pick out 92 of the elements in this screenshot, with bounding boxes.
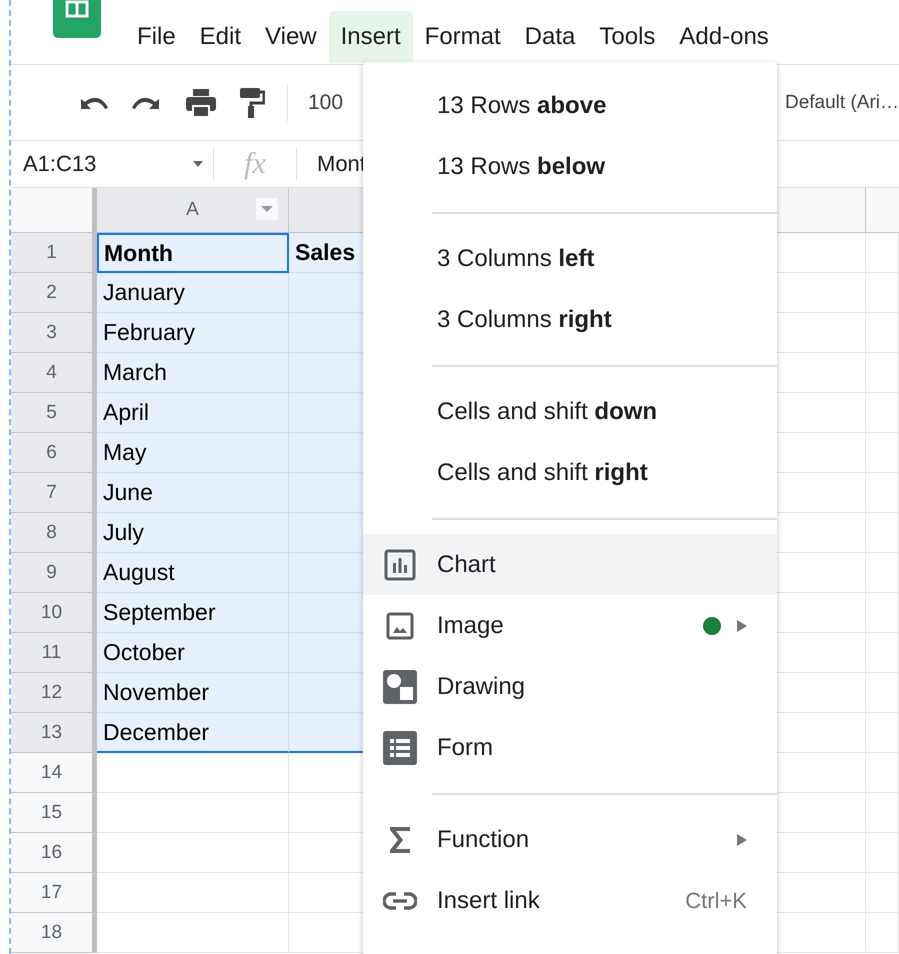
sigma-icon bbox=[389, 826, 411, 854]
menu-option[interactable]: 13 Rows below bbox=[363, 136, 777, 197]
row-number[interactable]: 5 bbox=[11, 393, 97, 433]
table-cell[interactable] bbox=[97, 833, 289, 873]
table-cell[interactable] bbox=[866, 273, 899, 313]
menu-item[interactable]: Add-ons bbox=[667, 11, 781, 63]
row-number[interactable]: 16 bbox=[11, 833, 97, 873]
image-icon bbox=[386, 612, 414, 640]
bar-chart-icon bbox=[384, 548, 416, 580]
row-number[interactable]: 8 bbox=[11, 513, 97, 553]
row-number[interactable]: 11 bbox=[11, 633, 97, 673]
row-number[interactable]: 3 bbox=[11, 313, 97, 353]
menu-item[interactable]: Insert bbox=[328, 11, 413, 63]
table-cell[interactable] bbox=[866, 353, 899, 393]
table-cell[interactable]: Month bbox=[97, 233, 289, 273]
row-number[interactable]: 10 bbox=[11, 593, 97, 633]
menu-option[interactable]: Function bbox=[363, 809, 777, 870]
table-cell[interactable]: January bbox=[97, 273, 289, 313]
row-number[interactable]: 1 bbox=[11, 233, 97, 273]
row-number[interactable]: 4 bbox=[11, 353, 97, 393]
table-cell[interactable] bbox=[866, 433, 899, 473]
menu-option[interactable]: Form bbox=[363, 717, 777, 778]
fx-label: fx bbox=[243, 147, 267, 181]
table-cell[interactable] bbox=[866, 713, 899, 753]
menu-item[interactable]: Tools bbox=[587, 11, 668, 63]
list-form-icon bbox=[383, 730, 417, 764]
menu-option[interactable]: Image bbox=[363, 595, 777, 656]
menu-option[interactable]: Insert link Ctrl+K bbox=[363, 870, 777, 931]
menu-option[interactable]: Cells and shift right bbox=[363, 442, 777, 503]
row-number[interactable]: 9 bbox=[11, 553, 97, 593]
menu-item[interactable]: Edit bbox=[188, 11, 254, 63]
row-number[interactable]: 6 bbox=[11, 433, 97, 473]
formula-field[interactable]: Mont bbox=[317, 151, 366, 177]
row-number[interactable]: 14 bbox=[11, 753, 97, 793]
table-cell[interactable] bbox=[866, 513, 899, 553]
table-cell[interactable]: November bbox=[97, 673, 289, 713]
table-cell[interactable] bbox=[866, 393, 899, 433]
table-cell[interactable] bbox=[866, 873, 899, 913]
table-cell[interactable] bbox=[97, 873, 289, 913]
menu-option[interactable]: Chart bbox=[363, 534, 777, 595]
menu-option[interactable]: 13 Rows above bbox=[363, 75, 777, 136]
shapes-icon bbox=[383, 670, 417, 704]
menu-item[interactable]: Format bbox=[412, 11, 513, 63]
table-cell[interactable]: July bbox=[97, 513, 289, 553]
dropdown-icon[interactable] bbox=[256, 198, 278, 220]
table-cell[interactable] bbox=[866, 473, 899, 513]
row-number[interactable]: 7 bbox=[11, 473, 97, 513]
name-box[interactable]: A1:C13 bbox=[11, 151, 213, 177]
print-icon[interactable] bbox=[185, 88, 217, 118]
table-cell[interactable]: August bbox=[97, 553, 289, 593]
caret-icon bbox=[193, 161, 203, 167]
zoom-select[interactable]: 100 bbox=[308, 90, 344, 114]
table-cell[interactable]: September bbox=[97, 593, 289, 633]
row-number[interactable]: 13 bbox=[11, 713, 97, 753]
table-cell[interactable]: June bbox=[97, 473, 289, 513]
table-cell[interactable] bbox=[866, 793, 899, 833]
font-select[interactable]: Default (Ari… bbox=[784, 92, 899, 114]
table-cell[interactable] bbox=[866, 913, 899, 953]
menu-item[interactable]: File bbox=[125, 11, 188, 63]
menu-item[interactable]: Data bbox=[512, 11, 588, 63]
table-cell[interactable] bbox=[866, 633, 899, 673]
table-cell[interactable]: April bbox=[97, 393, 289, 433]
menu-option[interactable]: Drawing bbox=[363, 656, 777, 717]
table-cell[interactable] bbox=[97, 793, 289, 833]
table-cell[interactable]: October bbox=[97, 633, 289, 673]
table-cell[interactable] bbox=[866, 833, 899, 873]
table-cell[interactable] bbox=[866, 673, 899, 713]
menu-option[interactable]: 3 Columns right bbox=[363, 289, 777, 350]
table-cell[interactable] bbox=[866, 753, 899, 793]
table-cell[interactable] bbox=[866, 313, 899, 353]
table-cell[interactable]: March bbox=[97, 353, 289, 393]
table-cell[interactable] bbox=[866, 553, 899, 593]
column-header[interactable]: A bbox=[97, 188, 289, 232]
row-number[interactable]: 2 bbox=[11, 273, 97, 313]
menu-option[interactable]: Cells and shift down bbox=[363, 381, 777, 442]
row-number[interactable]: 12 bbox=[11, 673, 97, 713]
shortcut-label: Ctrl+K bbox=[685, 888, 747, 914]
table-cell[interactable]: May bbox=[97, 433, 289, 473]
link-icon bbox=[383, 892, 417, 910]
table-cell[interactable] bbox=[97, 913, 289, 953]
sheets-logo-icon[interactable] bbox=[53, 0, 101, 38]
paint-format-icon[interactable] bbox=[239, 86, 265, 118]
table-cell[interactable]: February bbox=[97, 313, 289, 353]
table-cell[interactable] bbox=[866, 233, 899, 273]
menu-option[interactable]: 3 Columns left bbox=[363, 228, 777, 289]
row-number[interactable]: 17 bbox=[11, 873, 97, 913]
table-cell[interactable] bbox=[97, 753, 289, 793]
menu-item[interactable]: View bbox=[253, 11, 329, 63]
row-number[interactable]: 15 bbox=[11, 793, 97, 833]
table-cell[interactable] bbox=[866, 593, 899, 633]
row-number[interactable]: 18 bbox=[11, 913, 97, 953]
table-cell[interactable]: December bbox=[97, 713, 289, 753]
